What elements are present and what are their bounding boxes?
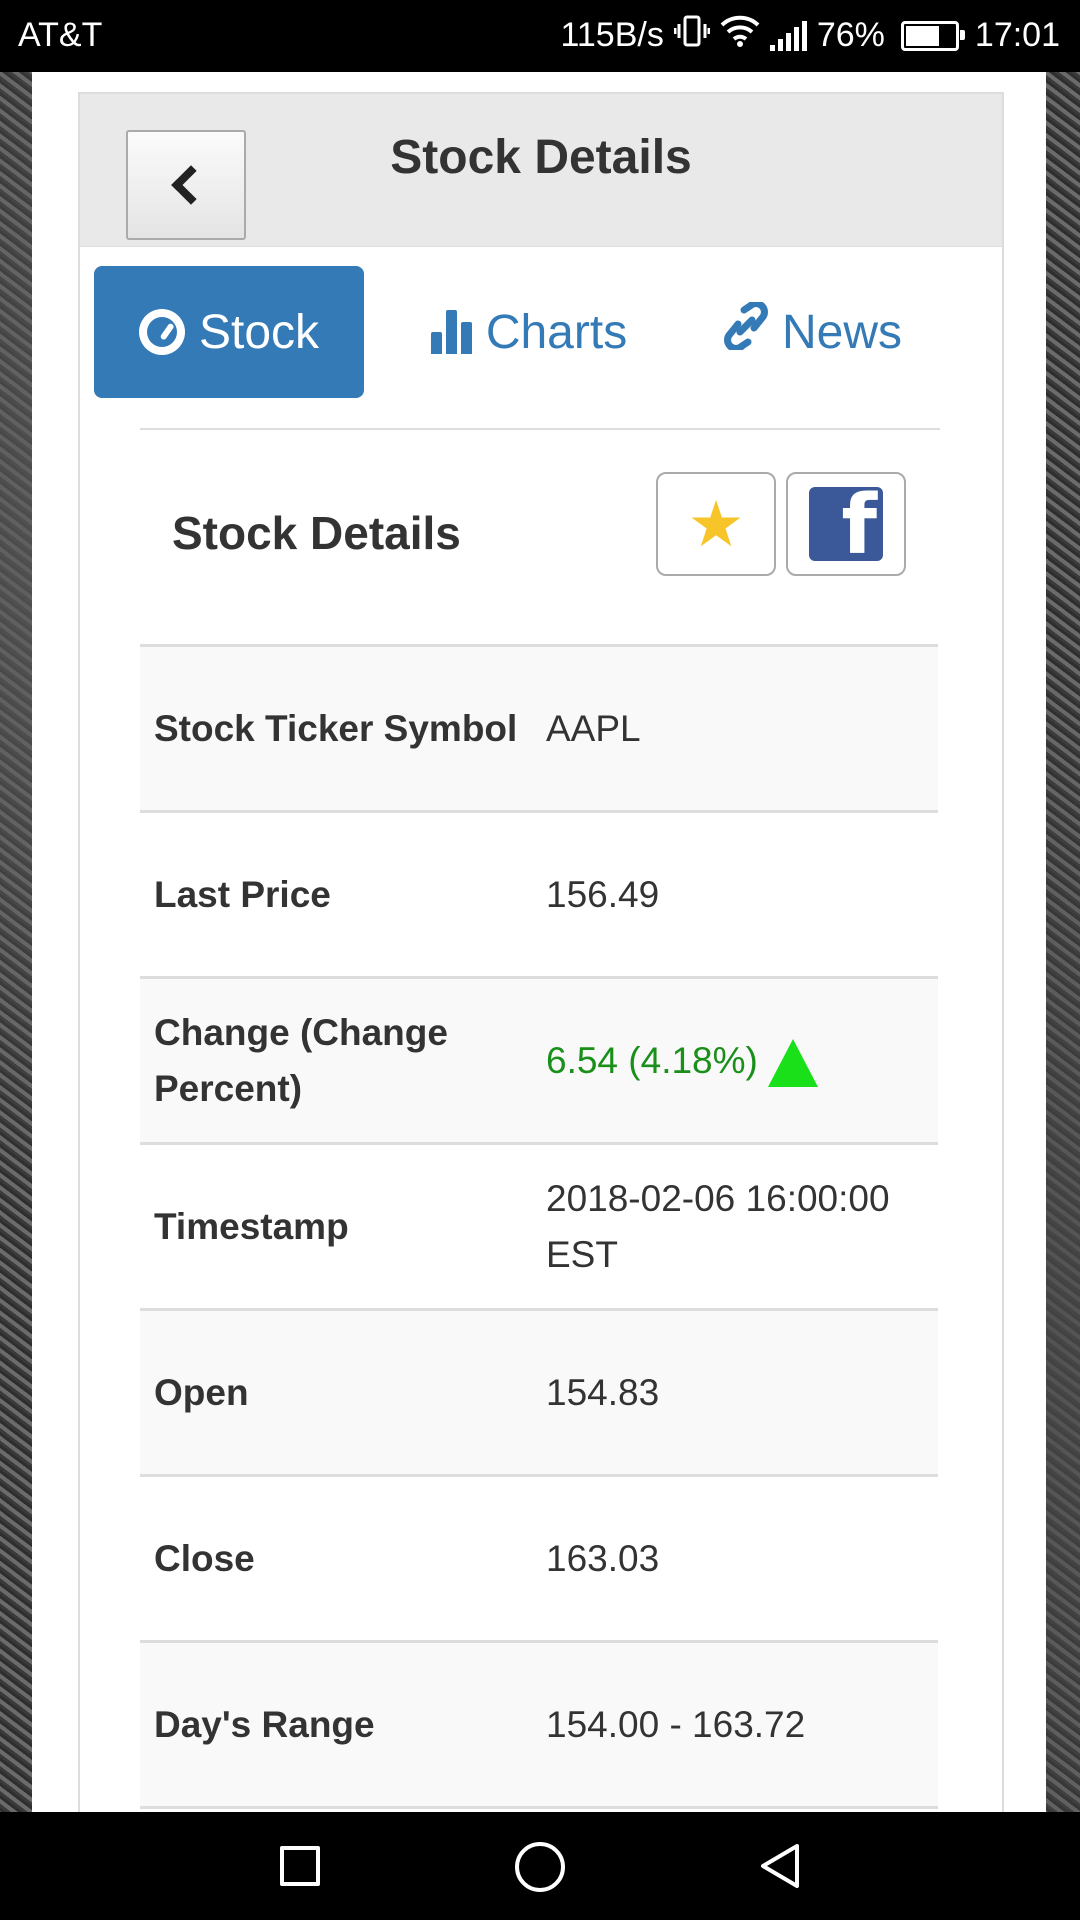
tab-charts-label: Charts bbox=[485, 305, 628, 359]
row-value: 154.83 bbox=[546, 1371, 660, 1413]
dashboard-icon bbox=[138, 309, 185, 355]
row-label: Close bbox=[154, 1537, 255, 1579]
table-row: Open 154.83 bbox=[140, 1311, 938, 1477]
home-button[interactable] bbox=[515, 1842, 565, 1892]
clock: 17:01 bbox=[974, 16, 1060, 54]
recent-apps-button[interactable] bbox=[280, 1846, 320, 1886]
page-header: Stock Details bbox=[80, 94, 1002, 247]
table-row: Change (Change Percent) 6.54 (4.18%) bbox=[140, 979, 938, 1145]
row-label: Change (Change Percent) bbox=[154, 1011, 448, 1109]
vibrate-icon bbox=[673, 14, 711, 57]
row-label: Open bbox=[154, 1371, 249, 1413]
tab-stock[interactable]: Stock bbox=[94, 266, 364, 398]
tab-news-label: News bbox=[781, 305, 903, 359]
row-label: Timestamp bbox=[154, 1205, 349, 1247]
row-value: AAPL bbox=[546, 707, 641, 749]
facebook-share-button[interactable]: f bbox=[786, 472, 906, 576]
tab-bar: Stock Charts News bbox=[94, 266, 974, 400]
carrier-name: AT&T bbox=[18, 16, 103, 54]
star-icon: ★ bbox=[687, 488, 745, 560]
status-bar: AT&T 115B/s 76% 17:01 bbox=[0, 0, 1080, 72]
tab-stock-label: Stock bbox=[198, 305, 320, 359]
table-row: Close 163.03 bbox=[140, 1477, 938, 1643]
row-value: 154.00 - 163.72 bbox=[546, 1703, 806, 1745]
tab-charts[interactable]: Charts bbox=[394, 266, 664, 398]
table-row: Stock Ticker Symbol AAPL bbox=[140, 647, 938, 813]
signal-icon bbox=[769, 20, 807, 51]
row-value: 163.03 bbox=[546, 1537, 660, 1579]
up-arrow-icon bbox=[767, 1038, 818, 1087]
battery-percent: 76% bbox=[816, 16, 885, 54]
row-value: 2018-02-06 16:00:00 EST bbox=[546, 1177, 890, 1275]
wifi-icon bbox=[720, 15, 760, 56]
network-speed: 115B/s bbox=[560, 16, 664, 54]
change-value: 6.54 (4.18%) bbox=[546, 1033, 938, 1089]
table-row: Day's Range 154.00 - 163.72 bbox=[140, 1643, 938, 1809]
tab-news[interactable]: News bbox=[678, 266, 948, 398]
stock-panel: Stock Details Stock Charts News Stock De… bbox=[78, 92, 1004, 1834]
page-title: Stock Details bbox=[390, 131, 692, 184]
page-container: Stock Details Stock Charts News Stock De… bbox=[32, 72, 1046, 1834]
row-value: 6.54 (4.18%) bbox=[546, 1039, 758, 1081]
section-title: Stock Details bbox=[172, 507, 461, 559]
table-row: Last Price 156.49 bbox=[140, 813, 938, 979]
table-row: Timestamp 2018-02-06 16:00:00 EST bbox=[140, 1145, 938, 1311]
back-nav-button[interactable] bbox=[757, 1842, 805, 1890]
status-icons: 115B/s 76% 17:01 bbox=[561, 14, 1060, 57]
favorite-button[interactable]: ★ bbox=[656, 472, 776, 576]
row-label: Day's Range bbox=[154, 1703, 375, 1745]
link-icon bbox=[724, 300, 768, 362]
facebook-icon: f bbox=[809, 487, 883, 561]
tab-divider bbox=[140, 428, 940, 430]
bar-chart-icon bbox=[430, 310, 472, 354]
row-value: 156.49 bbox=[546, 873, 660, 915]
row-label: Stock Ticker Symbol bbox=[154, 707, 518, 749]
stock-details-table: Stock Ticker Symbol AAPL Last Price 156.… bbox=[140, 644, 938, 1809]
row-label: Last Price bbox=[154, 873, 331, 915]
battery-icon bbox=[900, 20, 965, 51]
system-nav-bar bbox=[0, 1812, 1080, 1920]
